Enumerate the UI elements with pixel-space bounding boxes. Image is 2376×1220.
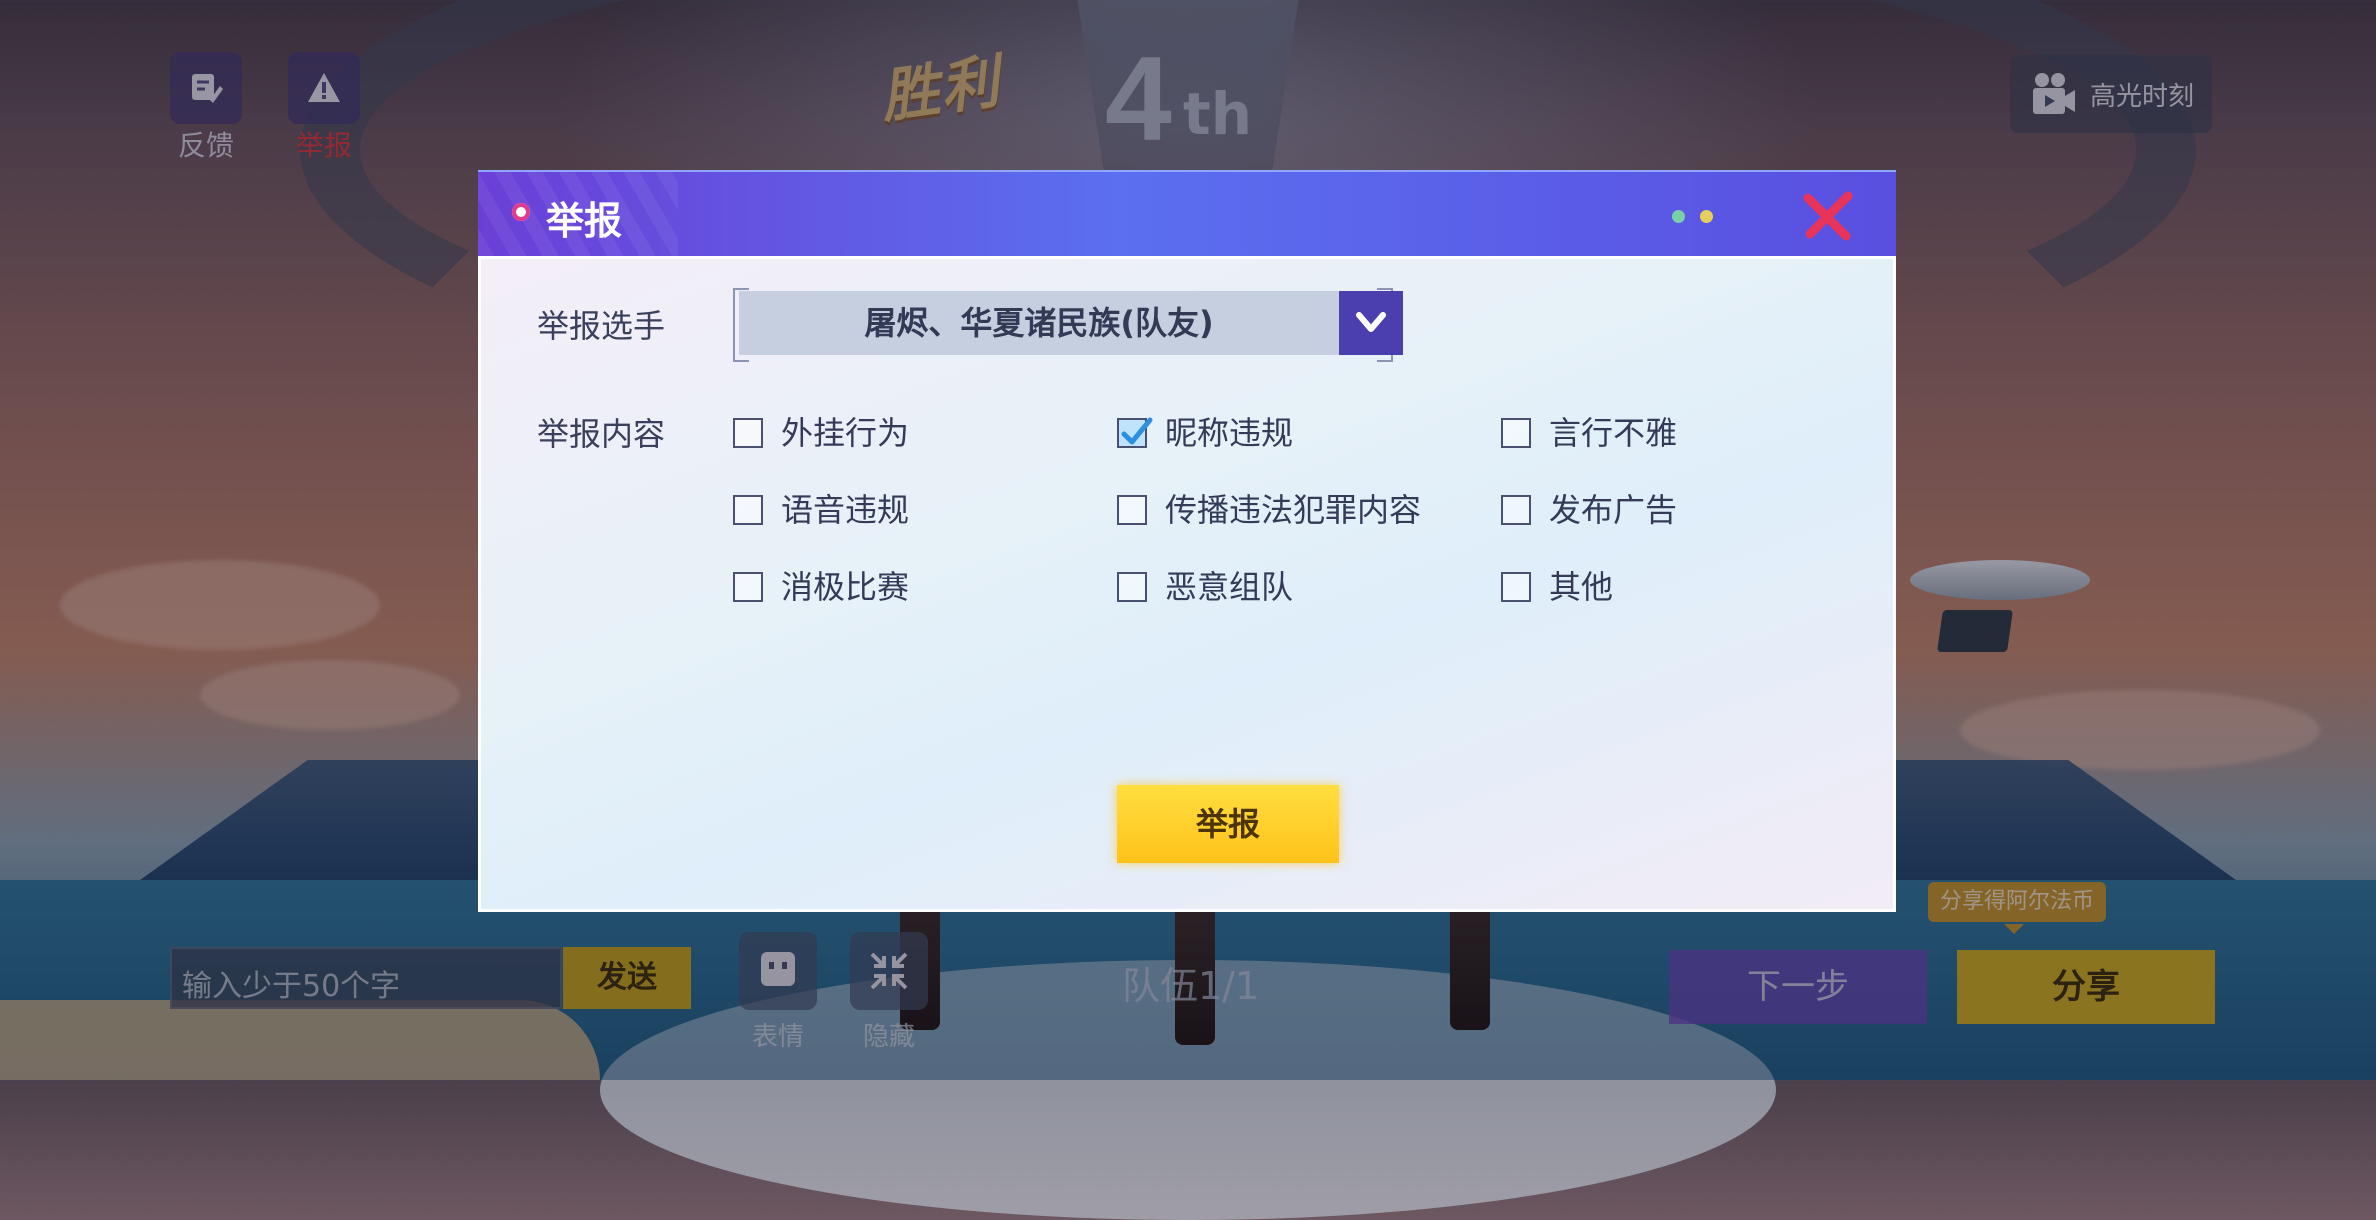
option-passive-play[interactable]: 消极比赛 (733, 564, 1033, 612)
dialog-body: 举报选手 屠烬、华夏诸民族(队友) 举报内容 外挂行为 昵称违规 言行不雅 语音… (478, 256, 1896, 912)
report-dialog: 举报 举报选手 屠烬、华夏诸民族(队友) 举报内容 外挂行为 昵称违规 言行不雅… (478, 170, 1896, 912)
option-label: 发布广告 (1549, 491, 1678, 529)
checkmark-icon (1121, 417, 1153, 445)
checkbox[interactable] (1501, 418, 1531, 448)
deco-dot-green (1672, 210, 1685, 223)
chevron-down-icon (1356, 312, 1386, 332)
checkbox-checked[interactable] (1117, 417, 1153, 448)
checkbox[interactable] (733, 495, 763, 525)
player-select[interactable]: 屠烬、华夏诸民族(队友) (733, 288, 1405, 362)
checkbox[interactable] (733, 418, 763, 448)
checkbox[interactable] (1117, 495, 1147, 525)
option-label: 昵称违规 (1165, 414, 1294, 452)
option-nickname-violation[interactable]: 昵称违规 (1117, 410, 1417, 458)
option-voice-violation[interactable]: 语音违规 (733, 487, 1033, 535)
checkbox[interactable] (1117, 572, 1147, 602)
option-label: 其他 (1549, 568, 1614, 606)
selected-player: 屠烬、华夏诸民族(队友) (864, 304, 1214, 342)
close-icon[interactable] (1800, 188, 1856, 244)
option-label: 外挂行为 (781, 414, 910, 452)
option-advertising[interactable]: 发布广告 (1501, 487, 1801, 535)
player-label: 举报选手 (537, 307, 666, 345)
bracket-left (733, 288, 749, 362)
option-label: 恶意组队 (1165, 568, 1294, 606)
option-label: 传播违法犯罪内容 (1165, 491, 1422, 529)
dialog-title: 举报 (546, 199, 623, 243)
option-other[interactable]: 其他 (1501, 564, 1801, 612)
checkbox[interactable] (1501, 572, 1531, 602)
submit-report-button[interactable]: 举报 (1117, 785, 1339, 863)
option-label: 消极比赛 (781, 568, 910, 606)
content-label: 举报内容 (537, 415, 666, 453)
header-dot-icon (512, 203, 530, 221)
player-dropdown-button[interactable] (1339, 291, 1403, 355)
option-indecent-behavior[interactable]: 言行不雅 (1501, 410, 1801, 458)
option-malicious-teaming[interactable]: 恶意组队 (1117, 564, 1417, 612)
option-label: 言行不雅 (1549, 414, 1678, 452)
checkbox[interactable] (1501, 495, 1531, 525)
checkbox[interactable] (733, 572, 763, 602)
option-label: 语音违规 (781, 491, 910, 529)
dialog-header: 举报 (478, 170, 1896, 256)
deco-dot-yellow (1700, 210, 1713, 223)
option-illegal-content[interactable]: 传播违法犯罪内容 (1117, 487, 1457, 535)
option-cheating[interactable]: 外挂行为 (733, 410, 1033, 458)
